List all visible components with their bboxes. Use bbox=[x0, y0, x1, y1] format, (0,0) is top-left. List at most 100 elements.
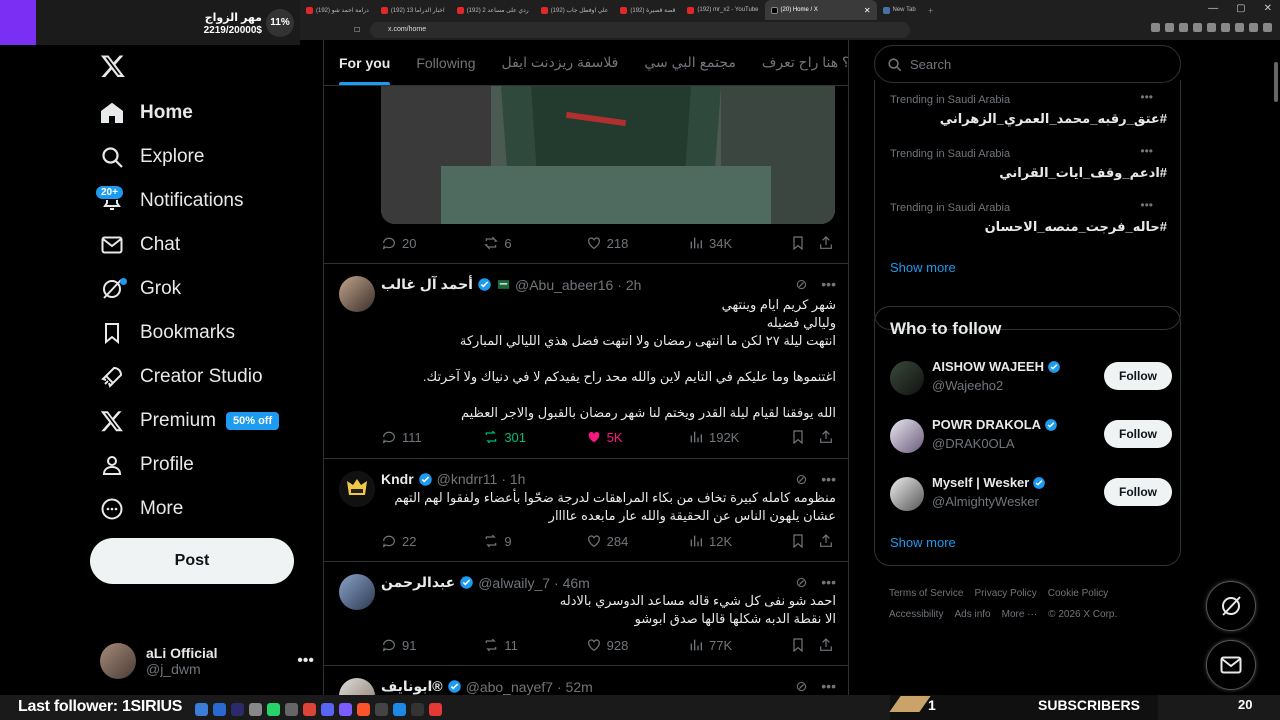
author-name[interactable]: Kndr bbox=[381, 471, 414, 487]
grok-icon[interactable]: ⊘ bbox=[796, 678, 808, 695]
nav-explore[interactable]: Explore bbox=[90, 137, 204, 177]
tab-community[interactable]: فلاسفة ريزدنت ايفل bbox=[501, 54, 618, 71]
more-dots-icon[interactable]: ••• bbox=[1140, 144, 1153, 158]
nav-creator-studio[interactable]: Creator Studio bbox=[90, 357, 263, 397]
browser-tab[interactable]: (192) ردي على مساعد 2 bbox=[451, 0, 535, 20]
extension-icon[interactable] bbox=[1235, 23, 1244, 32]
avatar[interactable] bbox=[339, 574, 375, 610]
repost-button[interactable]: 301 bbox=[483, 429, 585, 445]
maximize-icon[interactable]: ▢ bbox=[1236, 3, 1245, 14]
chrome-icon[interactable] bbox=[303, 703, 316, 716]
more-dots-icon[interactable]: ••• bbox=[821, 574, 836, 591]
tab-following[interactable]: Following bbox=[416, 55, 475, 71]
post-button[interactable]: Post bbox=[90, 538, 294, 584]
tweet-time[interactable]: · 2h bbox=[617, 277, 641, 293]
repost-button[interactable]: 9 bbox=[483, 533, 585, 549]
nav-more[interactable]: More bbox=[90, 489, 183, 529]
tweet[interactable]: أحمد آل غالب @Abu_abeer16 · 2h ⊘ ••• شهر … bbox=[324, 263, 848, 458]
grok-icon[interactable]: ⊘ bbox=[796, 574, 808, 591]
follow-button[interactable]: Follow bbox=[1104, 478, 1172, 506]
reply-button[interactable]: 22 bbox=[381, 533, 483, 549]
avatar[interactable] bbox=[339, 471, 375, 507]
author-handle[interactable]: @alwaily_7 bbox=[478, 575, 550, 591]
search-box[interactable] bbox=[874, 45, 1181, 83]
nav-chat[interactable]: Chat bbox=[90, 225, 180, 265]
share-button[interactable] bbox=[818, 637, 836, 653]
minimize-icon[interactable]: — bbox=[1208, 3, 1218, 14]
app-icon[interactable] bbox=[249, 703, 262, 716]
footer-link[interactable]: Privacy Policy bbox=[974, 588, 1036, 599]
extension-icon[interactable] bbox=[1207, 23, 1216, 32]
share-button[interactable] bbox=[818, 235, 836, 251]
bookmark-button[interactable] bbox=[790, 235, 818, 251]
tweet[interactable]: عبدالرحمن @alwaily_7 · 46m ⊘ ••• احمد شو … bbox=[324, 561, 848, 665]
show-more-link[interactable]: Show more bbox=[890, 535, 956, 550]
whatsapp-icon[interactable] bbox=[267, 703, 280, 716]
browser-tab[interactable]: (192) mr_x2 - YouTube bbox=[681, 0, 764, 20]
app-icon[interactable] bbox=[375, 703, 388, 716]
app-icon[interactable] bbox=[339, 703, 352, 716]
avatar[interactable] bbox=[339, 678, 375, 695]
more-dots-icon[interactable]: ••• bbox=[821, 678, 836, 695]
tweet[interactable]: ابونايف® @abo_nayef7 · 52m ⊘ ••• bbox=[324, 665, 848, 695]
like-button[interactable]: 284 bbox=[586, 533, 688, 549]
like-button[interactable]: 218 bbox=[586, 235, 688, 251]
suggested-user[interactable]: Myself | Wesker @AlmightyWesker Follow bbox=[890, 475, 1172, 515]
tab-for-you[interactable]: For you bbox=[339, 55, 391, 85]
more-dots-icon[interactable]: ••• bbox=[1140, 198, 1153, 212]
author-handle[interactable]: @abo_nayef7 bbox=[466, 679, 553, 695]
bookmark-button[interactable] bbox=[790, 533, 818, 549]
footer-link[interactable]: Accessibility bbox=[889, 609, 943, 620]
browser-tab[interactable]: New Tab bbox=[877, 0, 922, 20]
repost-button[interactable]: 11 bbox=[483, 637, 585, 653]
more-dots-icon[interactable]: ••• bbox=[297, 652, 314, 670]
author-name[interactable]: ابونايف® bbox=[381, 678, 443, 695]
repost-button[interactable]: 6 bbox=[483, 235, 585, 251]
menu-icon[interactable] bbox=[1263, 23, 1272, 32]
tab-community[interactable]: مجتمع البي سي bbox=[644, 54, 736, 71]
share-button[interactable] bbox=[818, 429, 836, 445]
bookmark-button[interactable] bbox=[790, 429, 818, 445]
app-icon[interactable] bbox=[411, 703, 424, 716]
footer-link[interactable]: Cookie Policy bbox=[1048, 588, 1109, 599]
trend-item[interactable]: Trending in Saudi Arabia ••• #ادعم_وقف_ا… bbox=[890, 144, 1167, 188]
tweet-time[interactable]: · 46m bbox=[554, 575, 590, 591]
browser-tab[interactable]: (192) قصة قصيرة bbox=[614, 0, 681, 20]
app-icon[interactable] bbox=[213, 703, 226, 716]
footer-link[interactable]: Ads info bbox=[954, 609, 990, 620]
tweet-time[interactable]: · 52m bbox=[557, 679, 593, 695]
follow-button[interactable]: Follow bbox=[1104, 362, 1172, 390]
grok-icon[interactable]: ⊘ bbox=[796, 276, 808, 293]
follow-button[interactable]: Follow bbox=[1104, 420, 1172, 448]
grok-icon[interactable]: ⊘ bbox=[796, 471, 808, 488]
bookmark-button[interactable] bbox=[790, 637, 818, 653]
author-name[interactable]: أحمد آل غالب bbox=[381, 276, 473, 293]
url-field[interactable]: x.com/home bbox=[370, 22, 910, 38]
new-tab-button[interactable]: ＋ bbox=[922, 0, 940, 20]
tweet-media[interactable] bbox=[381, 86, 835, 224]
reply-button[interactable]: 20 bbox=[381, 235, 483, 251]
bookmark-page-icon[interactable]: ☐ bbox=[354, 26, 360, 34]
like-button[interactable]: 5K bbox=[586, 429, 688, 445]
show-more-link[interactable]: Show more bbox=[890, 260, 956, 275]
views-button[interactable]: 192K bbox=[688, 429, 790, 445]
extension-icon[interactable] bbox=[1249, 23, 1258, 32]
tweet-time[interactable]: · 1h bbox=[501, 471, 525, 487]
nav-bookmarks[interactable]: Bookmarks bbox=[90, 313, 235, 353]
app-icon[interactable] bbox=[393, 703, 406, 716]
suggested-user[interactable]: AISHOW WAJEEH @Wajeeho2 Follow bbox=[890, 359, 1172, 399]
tweet[interactable]: Kndr @kndrr11 · 1h ⊘ ••• منظومه كامله كبي… bbox=[324, 458, 848, 561]
footer-link[interactable]: Terms of Service bbox=[889, 588, 963, 599]
nav-grok[interactable]: Grok bbox=[90, 269, 181, 309]
browser-tab[interactable]: (192) علي اوفطل جاب bbox=[535, 0, 615, 20]
messages-float-button[interactable] bbox=[1206, 640, 1256, 690]
extension-icon[interactable] bbox=[1165, 23, 1174, 32]
extension-icon[interactable] bbox=[1221, 23, 1230, 32]
share-button[interactable] bbox=[818, 533, 836, 549]
more-dots-icon[interactable]: ••• bbox=[1140, 90, 1153, 104]
app-icon[interactable] bbox=[195, 703, 208, 716]
views-button[interactable]: 34K bbox=[688, 235, 790, 251]
like-button[interactable]: 928 bbox=[586, 637, 688, 653]
suggested-user[interactable]: POWR DRAKOLA @DRAK0OLA Follow bbox=[890, 417, 1172, 457]
browser-tab-active[interactable]: (20) Home / X ✕ bbox=[764, 0, 877, 20]
